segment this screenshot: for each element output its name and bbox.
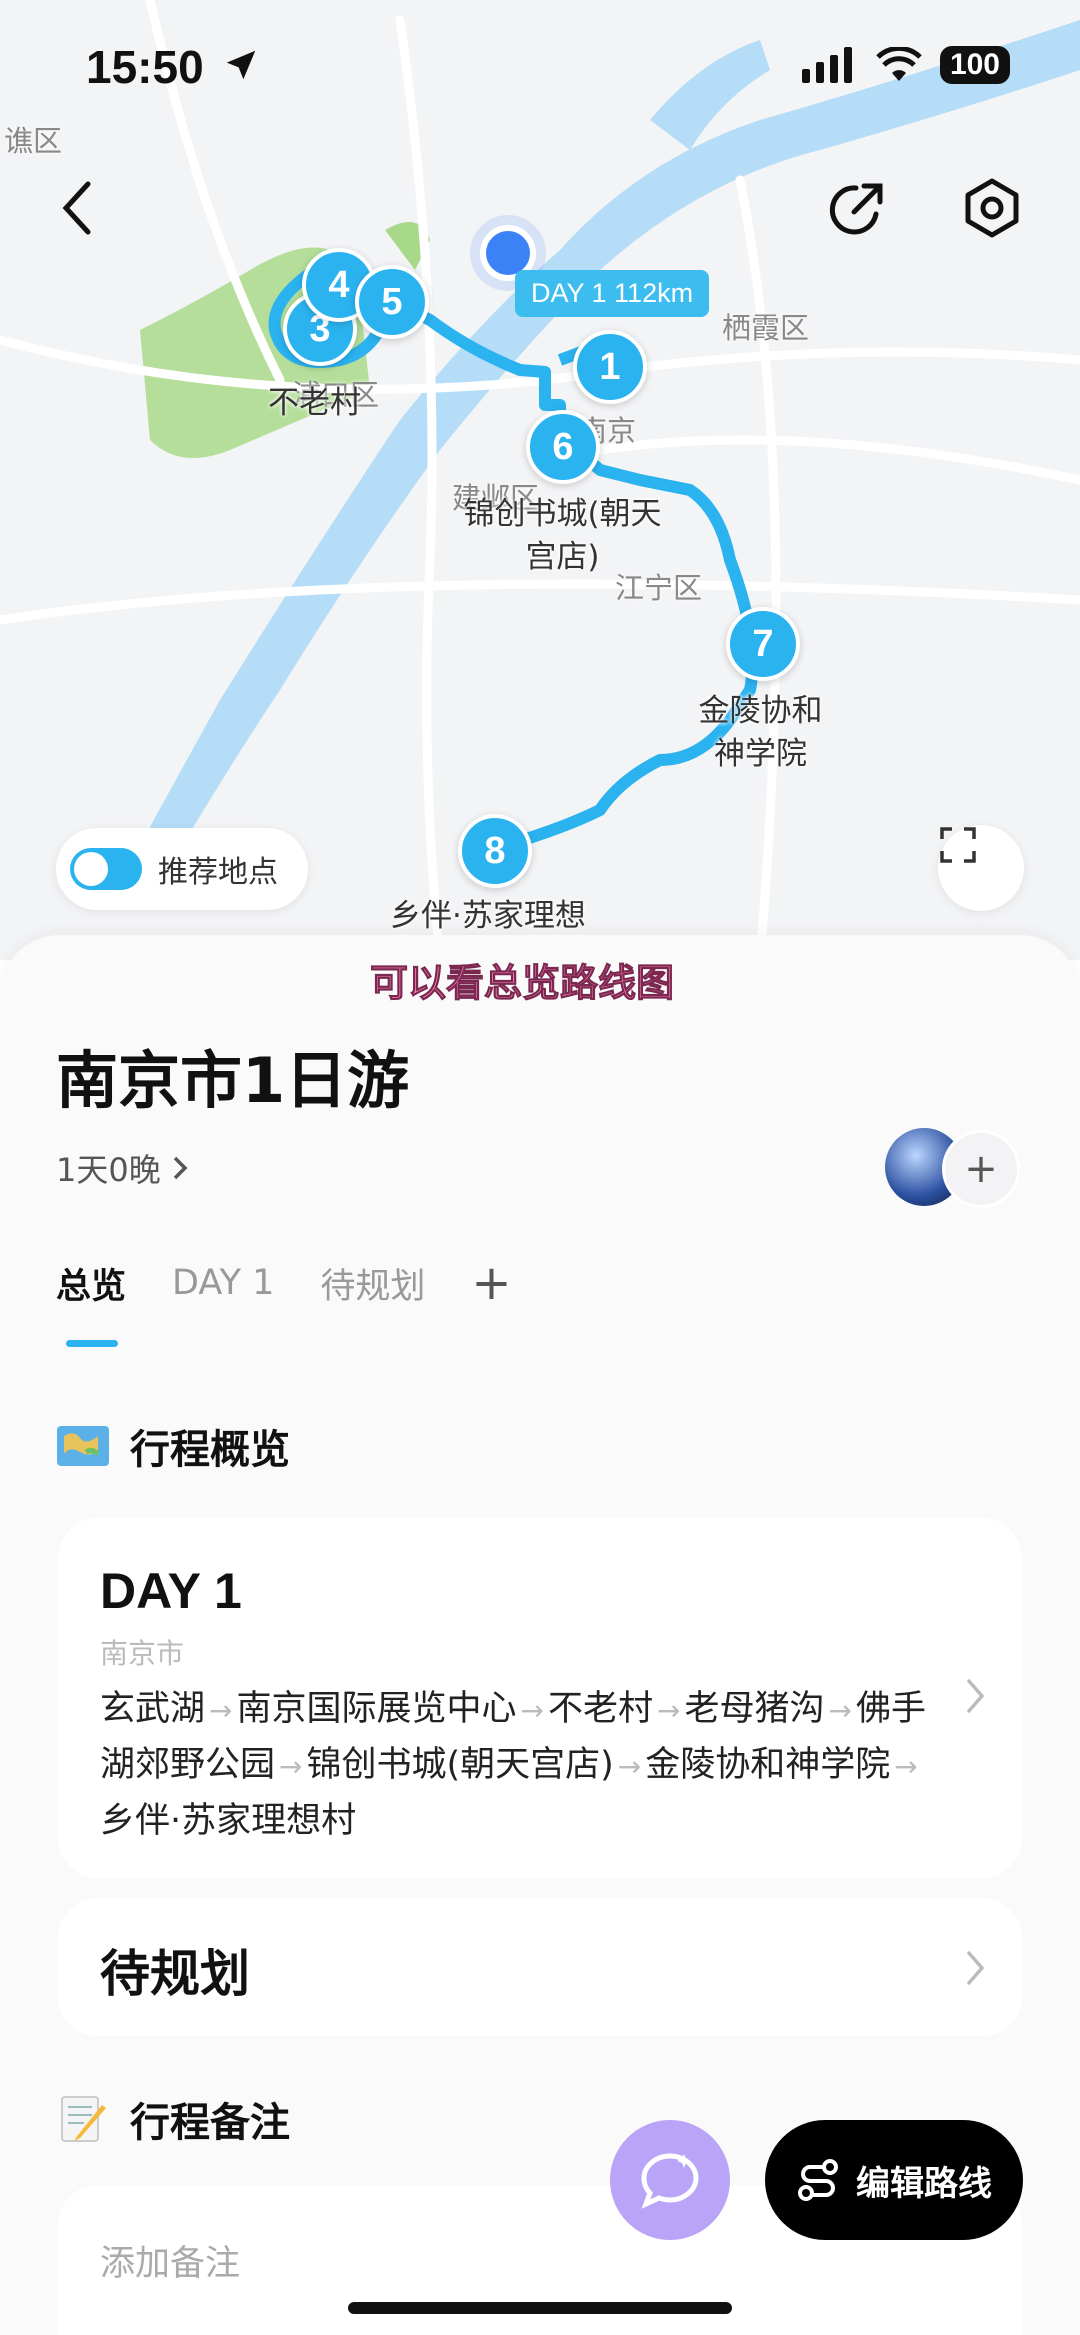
day-distance-badge: DAY 1 112km	[515, 270, 710, 317]
route-stop: 乡伴·苏家理想村	[100, 1801, 357, 1841]
home-indicator[interactable]	[348, 2302, 732, 2314]
route-marker-6[interactable]: 6	[526, 410, 600, 484]
ai-chat-icon	[641, 2153, 699, 2209]
route-stop: 玄武湖	[100, 1689, 206, 1729]
toggle-label: 推荐地点	[158, 855, 278, 890]
notes-heading: 行程备注	[56, 2090, 290, 2148]
route-map[interactable]: 谯区 栖霞区 江宁区 建邺区 南京 浦口区 DAY 1 112km 1 3 4 …	[0, 0, 1080, 960]
active-tab-indicator	[66, 1340, 118, 1347]
place-label: 锦创书城(朝天宫店)	[463, 496, 662, 576]
route-marker-8[interactable]: 8	[458, 814, 532, 888]
pending-card[interactable]: 待规划	[58, 1898, 1022, 2036]
recommend-places-toggle[interactable]: 推荐地点	[56, 828, 308, 910]
edit-route-button[interactable]: 编辑路线	[765, 2120, 1023, 2240]
ai-assistant-button[interactable]	[610, 2120, 730, 2240]
share-button[interactable]	[818, 168, 898, 248]
wifi-icon	[876, 47, 922, 81]
district-label: 栖霞区	[722, 311, 810, 345]
route-marker-7[interactable]: 7	[726, 607, 800, 681]
tab-overview[interactable]: 总览	[56, 1258, 126, 1309]
cellular-signal-icon	[801, 47, 852, 83]
map-background	[0, 0, 1080, 960]
day-city: 南京市	[100, 1637, 185, 1670]
section-title: 行程备注	[130, 2100, 290, 2146]
route-arrow-icon: →	[209, 1694, 233, 1727]
location-arrow-icon	[226, 50, 256, 80]
toggle-switch[interactable]	[70, 848, 142, 890]
share-icon	[829, 183, 883, 235]
duration-text: 1天0晚	[56, 1151, 161, 1189]
tab-day-1[interactable]: DAY 1	[172, 1263, 274, 1303]
add-member-button[interactable]: +	[942, 1130, 1020, 1208]
overview-heading: 行程概览	[56, 1417, 290, 1475]
place-label: 金陵协和神学院	[698, 693, 823, 773]
place-label: 乡伴·苏家理想	[390, 898, 586, 934]
plus-icon: +	[964, 1146, 998, 1192]
fullscreen-button[interactable]	[938, 825, 1024, 911]
notes-placeholder: 添加备注	[100, 2244, 241, 2284]
chevron-right-icon	[173, 1156, 188, 1180]
route-stop: 不老村	[547, 1689, 653, 1729]
day-route: 玄武湖 → 南京国际展览中心 → 不老村 → 老母猪沟 → 佛手湖郊野公园 → 锦创书城(朝天宫店)…	[100, 1682, 940, 1848]
route-arrow-icon: →	[279, 1750, 303, 1783]
place-label: 不老村	[268, 385, 361, 421]
route-stop: 金陵协和神学院	[645, 1745, 891, 1785]
pending-title: 待规划	[100, 1945, 250, 2003]
memo-emoji-icon	[61, 2096, 106, 2142]
status-bar: 15:50 100	[0, 0, 1080, 130]
route-arrow-icon: →	[894, 1750, 918, 1783]
route-marker-1[interactable]: 1	[573, 330, 647, 404]
settings-button[interactable]	[952, 168, 1032, 248]
chevron-right-icon	[966, 1678, 985, 1714]
battery-level: 100	[939, 46, 1010, 84]
video-caption: 可以看总览路线图	[369, 961, 675, 1006]
route-stop: 锦创书城(朝天宫店)	[306, 1745, 614, 1785]
trip-title: 南京市1日游	[56, 1044, 410, 1117]
route-stop: 南京国际展览中心	[236, 1689, 517, 1729]
fullscreen-icon	[940, 827, 976, 863]
status-time: 15:50	[86, 41, 204, 93]
day-title: DAY 1	[100, 1563, 242, 1619]
back-button[interactable]	[38, 168, 118, 248]
route-edit-icon	[798, 2159, 838, 2201]
add-tab-button[interactable]: +	[471, 1255, 511, 1311]
chevron-right-icon	[966, 1950, 985, 1986]
map-emoji-icon	[57, 1426, 109, 1466]
settings-icon	[965, 178, 1019, 238]
route-marker-5[interactable]: 5	[355, 265, 429, 339]
trip-tabs: 总览 DAY 1 待规划 +	[56, 1255, 512, 1311]
day-1-card[interactable]: DAY 1 南京市 玄武湖 → 南京国际展览中心 → 不老村 → 老母猪沟 → 佛手湖郊野公园 →…	[58, 1518, 1022, 1878]
route-arrow-icon: →	[828, 1694, 852, 1727]
section-title: 行程概览	[130, 1427, 290, 1473]
route-arrow-icon: →	[520, 1694, 544, 1727]
route-arrow-icon: →	[617, 1750, 642, 1783]
trip-duration[interactable]: 1天0晚	[56, 1145, 189, 1191]
back-icon	[62, 181, 91, 235]
route-arrow-icon: →	[656, 1694, 681, 1727]
edit-route-label: 编辑路线	[856, 2163, 992, 2204]
route-stop: 老母猪沟	[684, 1689, 825, 1729]
tab-pending[interactable]: 待规划	[320, 1258, 425, 1309]
